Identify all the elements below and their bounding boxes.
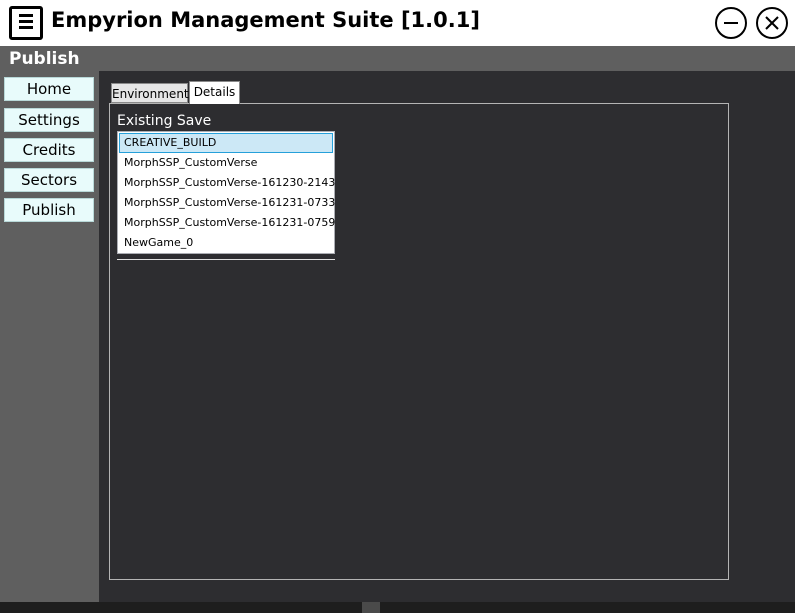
existing-save-label: Existing Save: [117, 113, 212, 129]
tab-details[interactable]: Details: [189, 81, 240, 104]
list-item[interactable]: MorphSSP_CustomVerse-161231-0733: [119, 193, 335, 213]
tab-environment[interactable]: Environment: [111, 83, 189, 103]
sidebar-item-sectors[interactable]: Sectors: [4, 168, 94, 192]
sidebar-item-home[interactable]: Home: [4, 77, 94, 101]
section-header: Publish: [0, 46, 795, 71]
window-title: Empyrion Management Suite [1.0.1]: [51, 8, 480, 32]
section-title: Publish: [9, 49, 80, 69]
close-circle-icon: [765, 16, 779, 30]
existing-save-list[interactable]: CREATIVE_BUILD MorphSSP_CustomVerse Morp…: [117, 131, 335, 254]
status-bar: [0, 602, 795, 613]
minimize-button[interactable]: [715, 7, 747, 39]
resize-grip[interactable]: [362, 602, 380, 613]
list-item[interactable]: CREATIVE_BUILD: [119, 133, 333, 153]
list-item[interactable]: MorphSSP_CustomVerse-161231-0759: [119, 213, 335, 233]
list-item[interactable]: MorphSSP_CustomVerse-161230-2143: [119, 173, 335, 193]
minimize-circle-icon: [724, 22, 738, 24]
list-item[interactable]: NewGame_0: [119, 233, 333, 253]
list-underline: [117, 259, 335, 260]
sidebar-item-settings[interactable]: Settings: [4, 108, 94, 132]
sidebar-item-publish[interactable]: Publish: [4, 198, 94, 222]
sidebar-item-credits[interactable]: Credits: [4, 138, 94, 162]
menu-document-icon[interactable]: [9, 6, 43, 40]
close-button[interactable]: [756, 7, 788, 39]
list-item[interactable]: MorphSSP_CustomVerse: [119, 153, 333, 173]
title-bar: Empyrion Management Suite [1.0.1]: [0, 0, 795, 46]
